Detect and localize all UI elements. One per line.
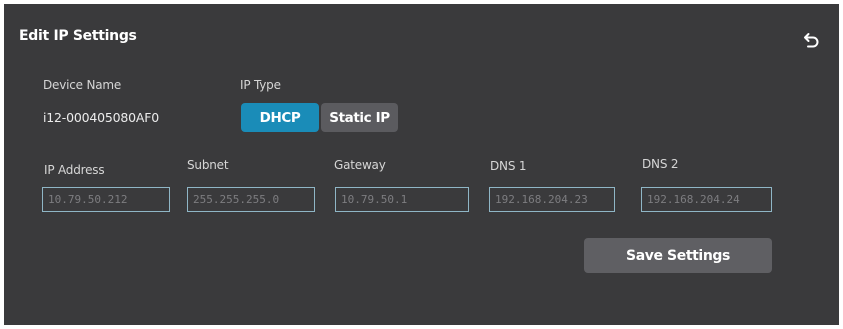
dns2-input[interactable]	[641, 187, 772, 212]
dns1-label: DNS 1	[490, 159, 527, 173]
save-settings-button[interactable]: Save Settings	[584, 238, 772, 273]
gateway-label: Gateway	[334, 158, 386, 172]
subnet-input[interactable]	[187, 187, 315, 212]
ip-address-input[interactable]	[42, 187, 170, 212]
dhcp-toggle-button[interactable]: DHCP	[241, 103, 319, 132]
subnet-label: Subnet	[187, 158, 229, 172]
static-ip-toggle-button[interactable]: Static IP	[321, 103, 398, 132]
undo-arrow-icon[interactable]	[802, 32, 820, 50]
ip-type-label: IP Type	[240, 78, 281, 92]
dns1-input[interactable]	[489, 187, 615, 212]
device-name-value: i12-000405080AF0	[43, 110, 159, 125]
gateway-input[interactable]	[335, 187, 469, 212]
ip-address-label: IP Address	[44, 163, 105, 177]
device-name-label: Device Name	[43, 78, 122, 92]
dns2-label: DNS 2	[642, 157, 679, 171]
edit-ip-settings-panel: Edit IP Settings Device Name i12-0004050…	[4, 4, 839, 325]
dialog-title: Edit IP Settings	[19, 28, 137, 44]
